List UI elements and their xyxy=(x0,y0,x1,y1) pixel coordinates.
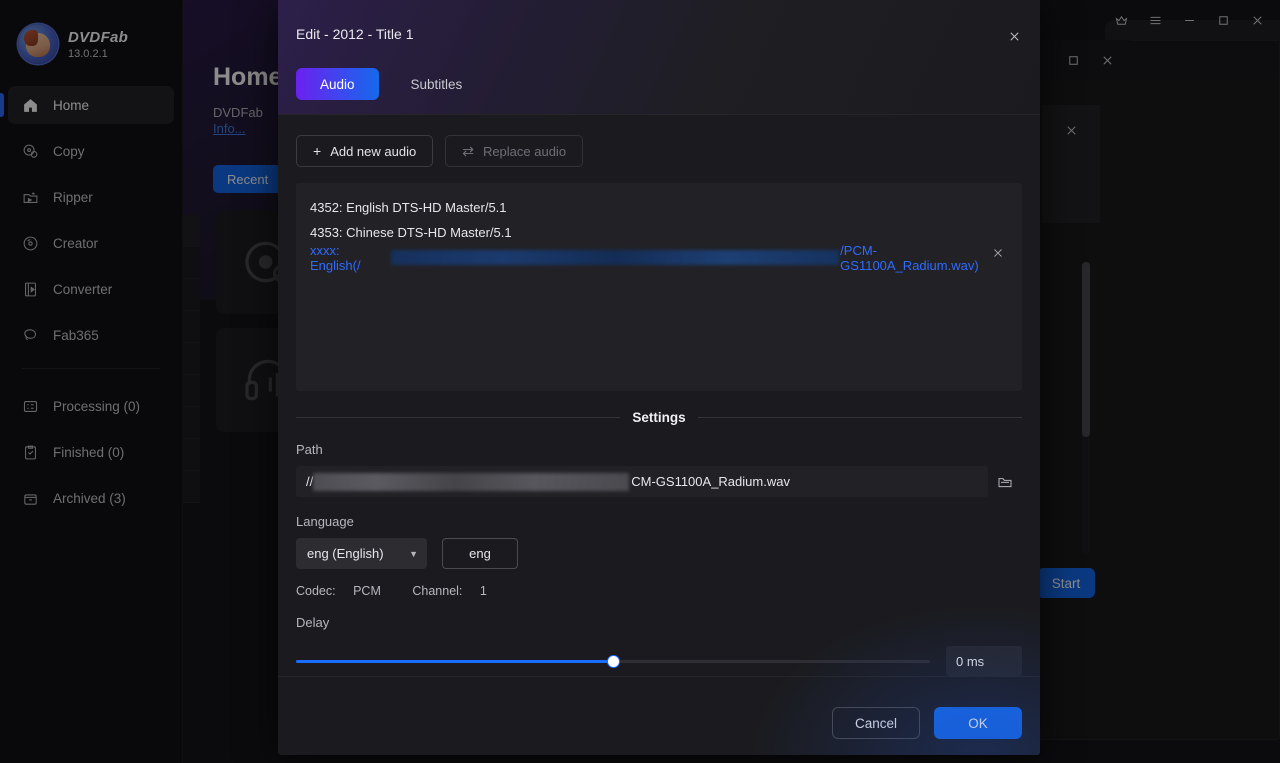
header-divider xyxy=(278,114,1040,115)
replace-audio-label: Replace audio xyxy=(482,143,567,159)
channel-label: Channel: xyxy=(412,584,463,598)
plus-icon: + xyxy=(313,143,322,159)
dialog-body: + Add new audio ⇄ Replace audio 4352: En… xyxy=(278,114,1040,676)
audio-track-row[interactable]: 4352: English DTS-HD Master/5.1 xyxy=(310,195,1008,220)
audio-track-label: 4353: Chinese DTS-HD Master/5.1 xyxy=(310,225,512,240)
redacted-path-block xyxy=(391,250,840,265)
audio-track-label: 4352: English DTS-HD Master/5.1 xyxy=(310,200,507,215)
add-new-audio-label: Add new audio xyxy=(330,143,417,159)
codec-info: Codec: PCM Channel: 1 xyxy=(296,584,1022,598)
delay-slider-thumb[interactable] xyxy=(608,655,619,667)
delay-row: 0 ms xyxy=(296,646,1022,676)
codec-label: Codec: xyxy=(296,584,336,598)
dialog-footer: Cancel OK xyxy=(278,676,1040,763)
audio-track-suffix: /PCM-GS1100A_Radium.wav) xyxy=(840,242,979,273)
remove-audio-track-icon[interactable] xyxy=(988,243,1008,263)
channel-value: 1 xyxy=(479,584,487,598)
add-new-audio-button[interactable]: + Add new audio xyxy=(296,135,434,167)
audio-track-row[interactable]: 4353: Chinese DTS-HD Master/5.1 xyxy=(310,220,1008,245)
language-select[interactable]: eng (English) ▼ xyxy=(296,538,427,569)
codec-value: PCM xyxy=(353,584,381,598)
settings-section-header: Settings xyxy=(296,410,1023,425)
path-input[interactable]: // CM-GS1100A_Radium.wav xyxy=(296,466,988,497)
close-icon[interactable] xyxy=(1000,22,1028,50)
dialog-header: Edit - 2012 - Title 1 Audio Subtitles xyxy=(278,0,1040,114)
path-suffix: CM-GS1100A_Radium.wav xyxy=(631,474,790,489)
delay-value-input[interactable]: 0 ms xyxy=(946,646,1022,676)
language-code-input[interactable]: eng xyxy=(442,538,518,569)
path-label: Path xyxy=(296,442,323,457)
chevron-down-icon: ▼ xyxy=(409,548,418,559)
delay-slider[interactable] xyxy=(296,653,930,669)
screen: Home DVDFab Info... Recent al soulutions… xyxy=(0,0,1280,763)
path-row: // CM-GS1100A_Radium.wav xyxy=(296,466,1022,497)
tab-subtitles[interactable]: Subtitles xyxy=(387,68,487,100)
audio-track-list[interactable]: 4352: English DTS-HD Master/5.1 4353: Ch… xyxy=(296,183,1022,391)
cancel-button[interactable]: Cancel xyxy=(832,707,920,739)
redacted-path-segment xyxy=(313,472,630,491)
swap-icon: ⇄ xyxy=(462,143,474,159)
tab-audio[interactable]: Audio xyxy=(296,68,379,100)
settings-title: Settings xyxy=(632,410,686,425)
delay-slider-fill xyxy=(296,659,613,663)
settings-divider-left xyxy=(296,417,621,418)
language-select-value: eng (English) xyxy=(307,546,384,561)
path-prefix: // xyxy=(306,474,314,489)
ok-button[interactable]: OK xyxy=(934,707,1022,739)
audio-track-row-selected[interactable]: xxxx: English(/ /PCM-GS1100A_Radium.wav) xyxy=(310,242,1008,273)
language-label: Language xyxy=(296,514,354,529)
dialog-tabs: Audio Subtitles xyxy=(296,68,486,100)
dialog-title: Edit - 2012 - Title 1 xyxy=(296,26,414,42)
folder-icon[interactable] xyxy=(988,475,1022,489)
settings-divider-right xyxy=(697,417,1023,418)
language-row: eng (English) ▼ eng xyxy=(296,538,1022,569)
replace-audio-button[interactable]: ⇄ Replace audio xyxy=(445,135,584,167)
delay-label: Delay xyxy=(296,615,330,630)
edit-audio-dialog: Edit - 2012 - Title 1 Audio Subtitles + … xyxy=(278,0,1040,755)
audio-track-prefix: xxxx: English(/ xyxy=(310,242,361,273)
audio-actions: + Add new audio ⇄ Replace audio xyxy=(296,114,1022,167)
